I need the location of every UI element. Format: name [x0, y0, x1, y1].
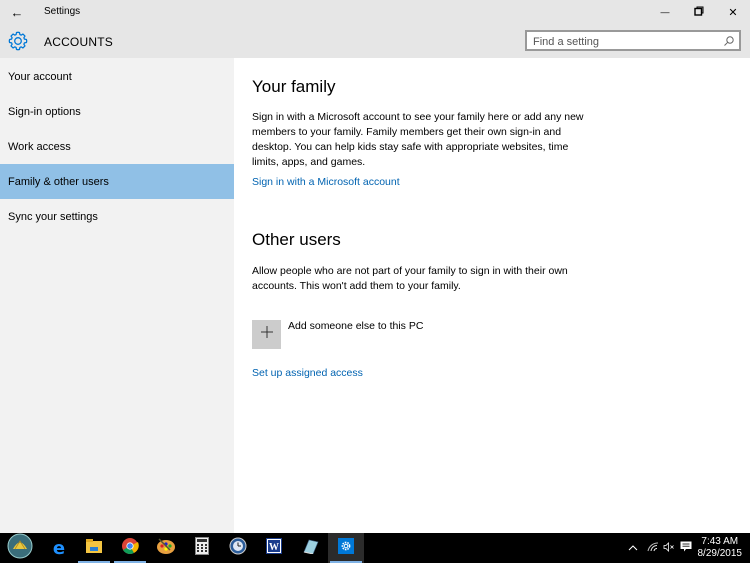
search-input[interactable] — [527, 33, 717, 51]
action-center-button[interactable] — [678, 533, 694, 563]
taskbar-edge[interactable]: e — [41, 533, 77, 563]
show-hidden-icons-button[interactable] — [624, 533, 642, 563]
paint-palette-icon — [156, 537, 176, 560]
settings-icon — [338, 537, 354, 559]
sidebar-item-label: Sign-in options — [8, 105, 81, 118]
sidebar-item-label: Your account — [8, 70, 72, 83]
window-title: Settings — [44, 6, 81, 17]
close-icon: ✕ — [728, 6, 738, 19]
start-orb-icon — [7, 533, 33, 563]
word-icon: W — [266, 537, 282, 559]
page-header: ACCOUNTS — [0, 25, 750, 58]
clock-time: 7:43 AM — [701, 536, 739, 547]
close-button[interactable]: ✕ — [718, 2, 748, 22]
search-box[interactable] — [525, 30, 741, 51]
taskbar-word[interactable]: W — [256, 533, 292, 563]
taskbar-paint[interactable] — [148, 533, 184, 563]
taskbar: e W 7:43 AM 8/29/2015 — [0, 533, 750, 563]
start-button[interactable] — [2, 533, 38, 563]
volume-muted-icon — [663, 541, 675, 555]
sidebar-item-sign-in-options[interactable]: Sign-in options — [0, 94, 234, 129]
sidebar-item-label: Work access — [8, 140, 71, 153]
restore-icon — [694, 6, 704, 19]
notification-icon — [680, 541, 692, 555]
taskbar-notepad[interactable] — [292, 533, 328, 563]
add-user-button[interactable] — [252, 320, 281, 349]
back-arrow-icon: ← — [10, 4, 24, 20]
add-user-label[interactable]: Add someone else to this PC — [288, 320, 423, 332]
svg-text:W: W — [269, 542, 279, 553]
your-family-description: Sign in with a Microsoft account to see … — [252, 111, 584, 168]
search-icon[interactable] — [723, 34, 735, 46]
other-users-description: Allow people who are not part of your fa… — [252, 265, 568, 292]
clock-date: 8/29/2015 — [697, 548, 743, 559]
taskbar-calculator[interactable] — [184, 533, 220, 563]
folder-icon — [85, 538, 103, 559]
sidebar-item-work-access[interactable]: Work access — [0, 129, 234, 164]
back-button[interactable]: ← — [6, 3, 28, 21]
maximize-button[interactable] — [684, 2, 714, 22]
minimize-icon: — — [660, 7, 670, 17]
sidebar-item-label: Sync your settings — [8, 210, 98, 223]
other-users-heading: Other users — [252, 230, 341, 249]
wifi-icon — [647, 541, 659, 555]
main-content: Your family Sign in with a Microsoft acc… — [234, 58, 750, 533]
sign-in-microsoft-link[interactable]: Sign in with a Microsoft account — [252, 176, 400, 188]
sidebar-nav: Your account Sign-in options Work access… — [0, 58, 234, 533]
edge-icon: e — [52, 537, 66, 559]
taskbar-chrome[interactable] — [112, 533, 148, 563]
calculator-icon — [195, 536, 209, 560]
sidebar-item-label: Family & other users — [8, 175, 109, 188]
network-button[interactable] — [644, 533, 662, 563]
minimize-button[interactable]: — — [650, 2, 680, 22]
sidebar-item-your-account[interactable]: Your account — [0, 59, 234, 94]
title-bar: ← Settings — ✕ — [0, 0, 750, 25]
taskbar-clock-app[interactable] — [220, 533, 256, 563]
plus-icon — [260, 325, 274, 344]
notepad-icon — [301, 538, 319, 559]
taskbar-clock[interactable]: 7:43 AM 8/29/2015 — [698, 536, 743, 560]
sidebar-item-sync-settings[interactable]: Sync your settings — [0, 199, 234, 234]
chrome-icon — [121, 537, 139, 560]
taskbar-settings[interactable] — [328, 533, 364, 563]
page-title: ACCOUNTS — [44, 35, 113, 49]
chevron-up-icon — [628, 542, 638, 554]
your-family-heading: Your family — [252, 77, 336, 96]
clock-app-icon — [229, 537, 247, 560]
assigned-access-link[interactable]: Set up assigned access — [252, 367, 363, 379]
volume-button[interactable] — [661, 533, 677, 563]
sidebar-item-family-other-users[interactable]: Family & other users — [0, 164, 234, 199]
taskbar-file-explorer[interactable] — [76, 533, 112, 563]
gear-icon — [7, 30, 29, 52]
